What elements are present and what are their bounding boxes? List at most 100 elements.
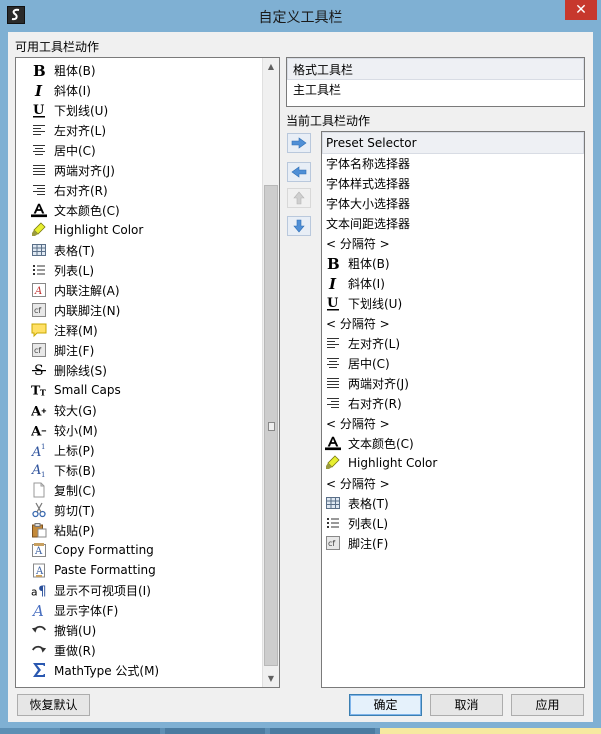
list-item-label: 居中(C) [54, 143, 96, 158]
list-item[interactable]: 字体样式选择器 [323, 173, 583, 193]
list-item[interactable]: U 下划线(U) [323, 293, 583, 313]
list-item[interactable]: < 分隔符 > [323, 413, 583, 433]
list-item[interactable]: 文本间距选择器 [323, 213, 583, 233]
list-item-label: 格式工具栏 [293, 62, 354, 77]
taskbar-item-active[interactable] [380, 728, 601, 734]
list-icon [31, 262, 47, 278]
current-actions-list[interactable]: Preset Selector 字体名称选择器字体样式选择器 字体大小选择器文本间距… [321, 131, 585, 688]
list-item[interactable]: a ¶ 显示不可视项目(I) [29, 580, 261, 600]
list-item[interactable]: 列表(L) [323, 513, 583, 533]
list-item-label: Small Caps [54, 383, 121, 397]
svg-text:I: I [328, 275, 337, 291]
list-item[interactable]: B 粗体(B) [323, 253, 583, 273]
scroll-down-arrow-icon[interactable]: ▼ [263, 670, 279, 687]
list-item[interactable]: A Paste Formatting [29, 560, 261, 580]
align-left-icon [31, 122, 47, 138]
list-item[interactable]: I 斜体(I) [323, 273, 583, 293]
list-item[interactable]: 字体名称选择器 [323, 153, 583, 173]
list-item[interactable]: U 下划线(U) [29, 100, 261, 120]
remove-action-button[interactable] [287, 162, 311, 182]
highlighter-icon [31, 222, 47, 238]
add-action-button[interactable] [287, 133, 311, 153]
align-justify-icon [325, 375, 341, 391]
close-button[interactable]: ✕ [565, 0, 597, 20]
apply-button[interactable]: 应用 [511, 694, 584, 716]
arrow-left-icon [291, 166, 307, 178]
list-item[interactable]: Preset Selector [322, 132, 584, 154]
toolbar-selector-list[interactable]: 格式工具栏主工具栏 [286, 57, 585, 107]
title-bar[interactable]: 自定义工具栏 ✕ [0, 0, 601, 32]
list-item[interactable]: cf 脚注(F) [323, 533, 583, 553]
list-item[interactable]: 右对齐(R) [29, 180, 261, 200]
list-item[interactable]: 文本颜色(C) [323, 433, 583, 453]
cancel-button[interactable]: 取消 [430, 694, 503, 716]
move-down-button[interactable] [287, 216, 311, 236]
list-item[interactable]: A 1 下标(B) [29, 460, 261, 480]
list-item[interactable]: 左对齐(L) [323, 333, 583, 353]
svg-text:A: A [31, 463, 41, 478]
list-item[interactable]: 格式工具栏 [287, 58, 584, 80]
list-item-label: 注释(M) [54, 323, 98, 338]
taskbar-item[interactable] [60, 728, 160, 734]
window-title: 自定义工具栏 [258, 10, 343, 26]
list-item[interactable]: Highlight Color [29, 220, 261, 240]
list-item[interactable]: < 分隔符 > [323, 473, 583, 493]
list-item[interactable]: A Copy Formatting [29, 540, 261, 560]
list-item-label: 复制(C) [54, 483, 96, 498]
list-item[interactable]: cf 内联脚注(N) [29, 300, 261, 320]
list-item[interactable]: 列表(L) [29, 260, 261, 280]
list-item[interactable]: 居中(C) [29, 140, 261, 160]
list-item[interactable]: 复制(C) [29, 480, 261, 500]
list-item-label: 字体大小选择器 [326, 196, 411, 211]
align-justify-icon [31, 162, 47, 178]
list-item[interactable]: < 分隔符 > [323, 233, 583, 253]
ok-button[interactable]: 确定 [349, 694, 422, 716]
list-item[interactable]: A 较小(M) [29, 420, 261, 440]
list-item[interactable]: Highlight Color [323, 453, 583, 473]
svg-text:A: A [34, 286, 42, 297]
list-item[interactable]: 文本颜色(C) [29, 200, 261, 220]
available-actions-list[interactable]: B 粗体(B) I 斜体(I) U 下划线(U) 左对齐(L) 居中(C) 两端对齐(J) 右对齐… [15, 57, 280, 688]
list-item[interactable]: 表格(T) [29, 240, 261, 260]
list-item[interactable]: S 删除线(S) [29, 360, 261, 380]
list-item[interactable]: I 斜体(I) [29, 80, 261, 100]
list-item[interactable]: A 较大(G) [29, 400, 261, 420]
move-up-button[interactable] [287, 188, 311, 208]
list-item[interactable]: 注释(M) [29, 320, 261, 340]
taskbar-item[interactable] [270, 728, 375, 734]
list-item[interactable]: 表格(T) [323, 493, 583, 513]
list-item[interactable]: < 分隔符 > [323, 313, 583, 333]
dialog-content: 可用工具栏动作 B 粗体(B) I 斜体(I) U 下划线(U) 左对齐(L) 居中(C) 两端… [8, 32, 593, 722]
list-item[interactable]: 主工具栏 [288, 79, 583, 99]
list-item[interactable]: A 显示字体(F) [29, 600, 261, 620]
list-item[interactable]: 剪切(T) [29, 500, 261, 520]
list-item[interactable]: cf 脚注(F) [29, 340, 261, 360]
restore-defaults-button[interactable]: 恢复默认 [17, 694, 90, 716]
available-actions-scrollbar[interactable]: ▲ ▼ [262, 58, 279, 687]
scroll-up-arrow-icon[interactable]: ▲ [263, 58, 279, 75]
list-item[interactable]: 两端对齐(J) [29, 160, 261, 180]
copy-icon [31, 482, 47, 498]
taskbar-item[interactable] [165, 728, 265, 734]
list-item[interactable]: 字体大小选择器 [323, 193, 583, 213]
list-item[interactable]: B 粗体(B) [29, 60, 261, 80]
list-item-label: < 分隔符 > [326, 416, 390, 431]
redo-icon [31, 642, 47, 658]
list-item[interactable]: 粘贴(P) [29, 520, 261, 540]
list-item[interactable]: 右对齐(R) [323, 393, 583, 413]
list-item[interactable]: T T Small Caps [29, 380, 261, 400]
list-item[interactable]: 两端对齐(J) [323, 373, 583, 393]
list-item[interactable]: MathType 公式(M) [29, 660, 261, 680]
svg-text:cf: cf [34, 306, 41, 315]
list-item[interactable]: 左对齐(L) [29, 120, 261, 140]
list-item[interactable]: 重做(R) [29, 640, 261, 660]
list-item[interactable]: 居中(C) [323, 353, 583, 373]
list-item[interactable]: 撤销(U) [29, 620, 261, 640]
list-item[interactable]: A 1 上标(P) [29, 440, 261, 460]
list-item-label: < 分隔符 > [326, 476, 390, 491]
footnote-icon: cf [31, 342, 47, 358]
list-item-label: 字体样式选择器 [326, 176, 411, 191]
scrollbar-thumb[interactable] [264, 185, 278, 666]
list-item[interactable]: A 内联注解(A) [29, 280, 261, 300]
list-item-label: 左对齐(L) [348, 336, 401, 351]
